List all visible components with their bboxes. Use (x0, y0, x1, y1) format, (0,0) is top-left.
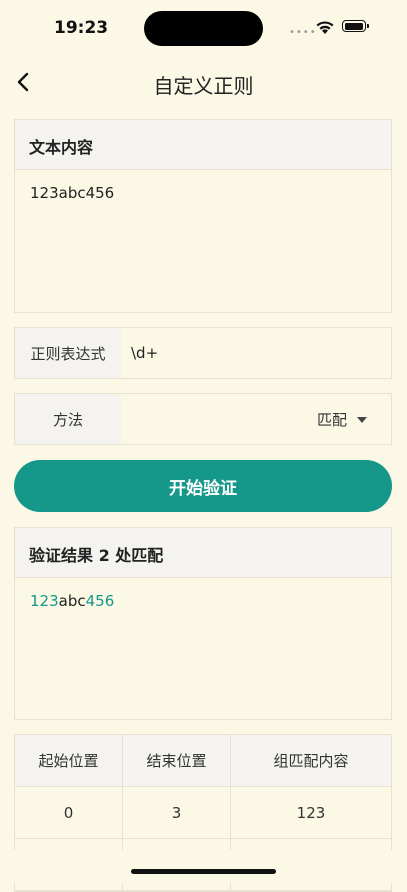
table-row: 0 3 123 (15, 787, 391, 839)
column-header-start: 起始位置 (15, 735, 123, 787)
cell-content: 123 (231, 787, 391, 839)
home-indicator[interactable] (131, 869, 276, 874)
cell-start: 0 (15, 787, 123, 839)
column-header-group: 组匹配内容 (231, 735, 391, 787)
signal-icon: •••• (289, 27, 317, 38)
method-row: 方法 匹配 (14, 393, 392, 445)
match-highlight: 123 (30, 592, 59, 610)
regex-row: 正则表达式 (14, 327, 392, 379)
method-label: 方法 (15, 394, 121, 444)
table-header-row: 起始位置 结束位置 组匹配内容 (15, 735, 391, 787)
navigation-bar: 自定义正则 (0, 58, 407, 106)
cell-end: 3 (123, 787, 231, 839)
text-content-card: 文本内容 123abc456 (14, 119, 392, 313)
method-selected-value: 匹配 (316, 410, 347, 429)
text-content-header: 文本内容 (15, 120, 391, 170)
status-time: 19:23 (54, 18, 109, 38)
status-bar: 19:23 •••• (0, 0, 407, 56)
column-header-end: 结束位置 (123, 735, 231, 787)
text-content-input[interactable]: 123abc456 (15, 170, 391, 216)
result-text: 123abc456 (15, 578, 391, 624)
battery-icon (342, 20, 369, 32)
unmatched-text: abc (58, 592, 86, 610)
regex-input[interactable] (121, 328, 391, 378)
match-highlight: 456 (85, 592, 115, 610)
dropdown-caret-icon (357, 417, 367, 423)
wifi-icon (316, 21, 334, 34)
dynamic-island (144, 11, 263, 46)
result-card: 验证结果 2 处匹配 123abc456 (14, 527, 392, 720)
bottom-safe-area (0, 850, 407, 883)
regex-label: 正则表达式 (15, 328, 121, 378)
method-select[interactable]: 匹配 (121, 394, 391, 444)
start-validation-button[interactable]: 开始验证 (14, 460, 392, 512)
page-title: 自定义正则 (153, 74, 254, 98)
result-header: 验证结果 2 处匹配 (15, 528, 391, 578)
